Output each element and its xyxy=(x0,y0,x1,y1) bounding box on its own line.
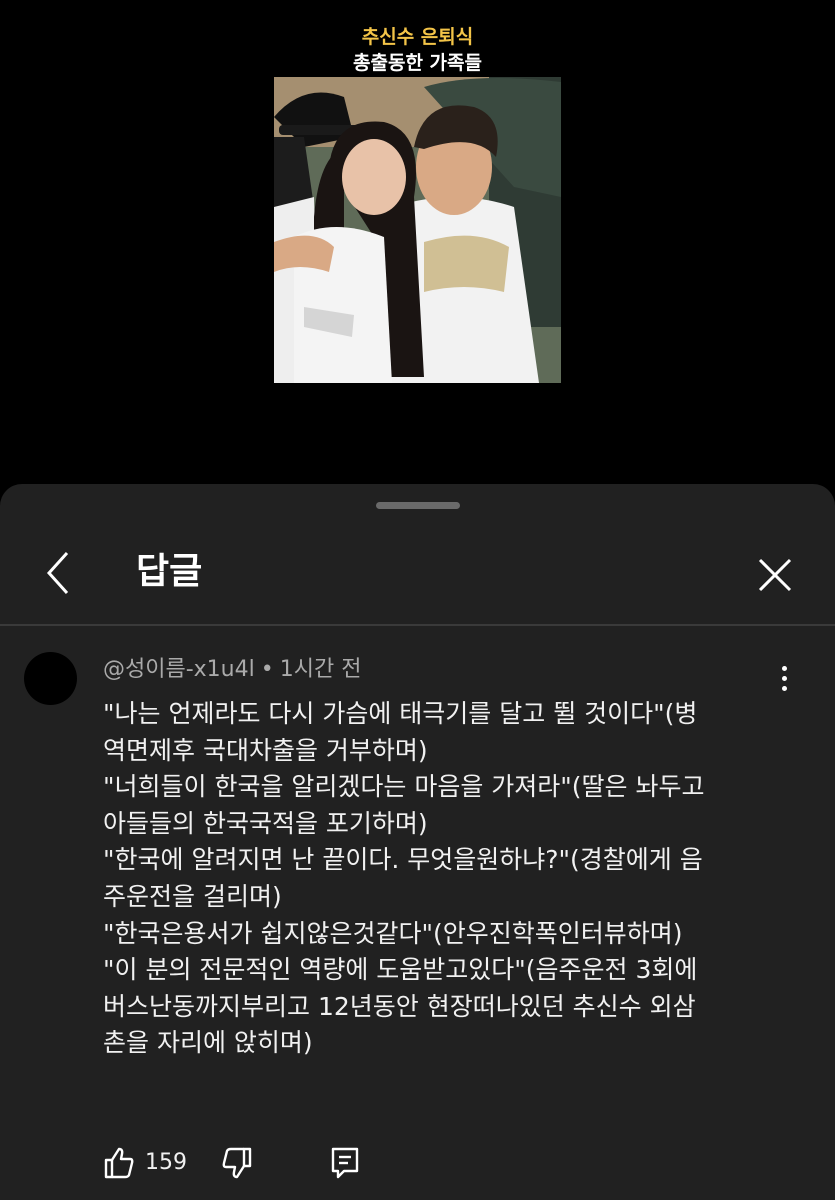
meta-separator: • xyxy=(260,657,274,682)
comment-line: 주운전을 걸리며) xyxy=(103,881,282,911)
thumbs-up-icon xyxy=(104,1147,134,1179)
comment-time: 1시간 전 xyxy=(279,657,362,682)
comment-text: "나는 언제라도 다시 가슴에 태극기를 달고 뛸 것이다"(병 역면제후 국대… xyxy=(103,696,793,1062)
comment-reply-icon xyxy=(331,1147,359,1179)
comment-line: "이 분의 전문적인 역량에 도움받고있다"(음주운전 3회에 xyxy=(103,955,698,985)
back-button[interactable] xyxy=(36,548,80,598)
comment-line: "나는 언제라도 다시 가슴에 태극기를 달고 뛸 것이다"(병 xyxy=(103,699,698,728)
dislike-button[interactable] xyxy=(220,1146,254,1180)
video-player[interactable]: 추신수 은퇴식 총출동한 가족들 xyxy=(0,0,835,490)
replies-sheet: 답글 @성이름-x1u4l • 1시간 전 "나는 언제라도 다시 가슴에 태극기를… xyxy=(0,484,835,1200)
sheet-divider xyxy=(0,624,835,626)
comment-line: 아들들의 한국국적을 포기하며) xyxy=(103,808,428,838)
like-button[interactable] xyxy=(102,1146,136,1180)
comment-actions: 159 xyxy=(0,1144,835,1184)
video-caption-subtitle: 총출동한 가족들 xyxy=(353,52,482,74)
more-vert-icon-dot xyxy=(781,685,787,691)
like-count: 159 xyxy=(145,1150,187,1175)
close-button[interactable] xyxy=(752,552,798,598)
comment-author[interactable]: @성이름-x1u4l xyxy=(103,657,255,682)
more-options-button[interactable] xyxy=(768,660,800,696)
chevron-left-icon xyxy=(46,551,69,595)
close-icon xyxy=(758,558,792,592)
comment-line: 역면제후 국대차출을 거부하며) xyxy=(103,735,428,765)
sheet-title: 답글 xyxy=(136,551,203,592)
comment-meta: @성이름-x1u4l • 1시간 전 xyxy=(103,656,361,684)
avatar[interactable] xyxy=(24,652,77,705)
reply-button[interactable] xyxy=(328,1146,362,1180)
thumbs-down-icon xyxy=(222,1147,252,1179)
more-vert-icon xyxy=(781,665,787,671)
comment-line: "너희들이 한국을 알리겠다는 마음을 가져라"(딸은 놔두고 xyxy=(103,772,705,802)
comment-line: 버스난동까지부리고 12년동안 현장떠나있던 추신수 외삼 xyxy=(103,991,696,1021)
video-caption-title: 추신수 은퇴식 xyxy=(361,26,474,48)
video-frame-image xyxy=(274,77,561,383)
more-vert-icon-dot xyxy=(781,675,787,681)
comment-line: "한국에 알려지면 난 끝이다. 무엇을원하냐?"(경찰에게 음 xyxy=(103,845,703,875)
comment-line: "한국은용서가 쉽지않은것같다"(안우진학폭인터뷰하며) xyxy=(103,918,683,948)
comment-line: 촌을 자리에 앉히며) xyxy=(103,1028,313,1058)
sheet-drag-handle[interactable] xyxy=(376,502,460,509)
